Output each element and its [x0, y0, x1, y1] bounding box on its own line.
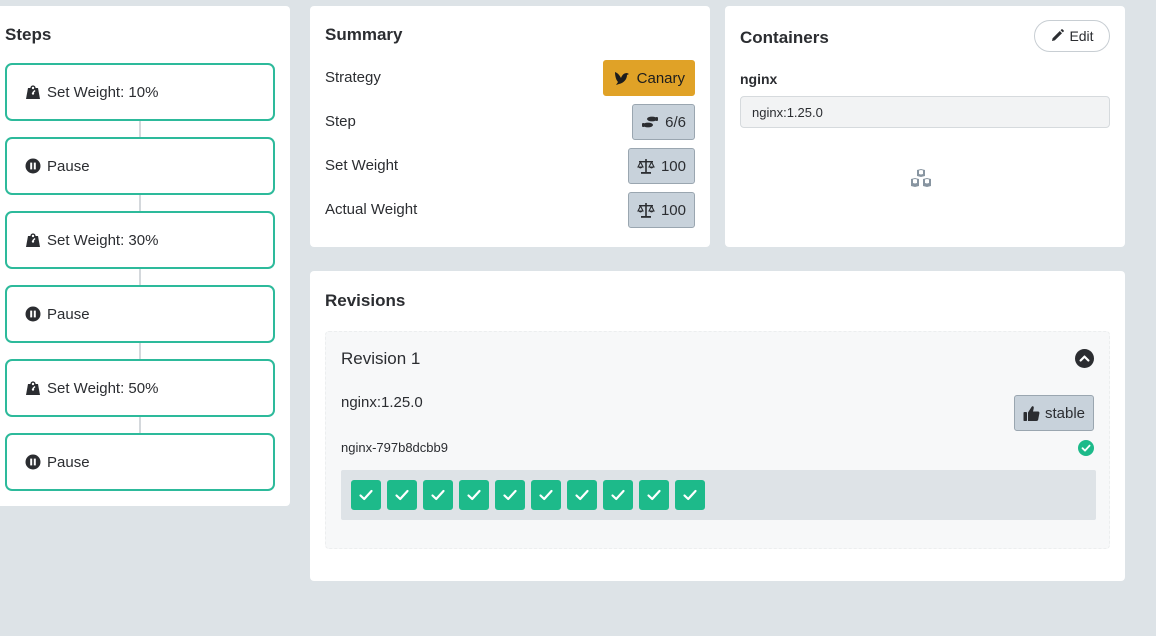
step-value: 6/6 [665, 113, 686, 131]
step-set-weight[interactable]: Set Weight: 30% [5, 211, 275, 269]
chevron-up-circle-icon[interactable] [1075, 349, 1094, 368]
check-icon [575, 489, 589, 501]
revision-title: Revision 1 [341, 349, 421, 368]
summary-title: Summary [325, 25, 403, 44]
actual-weight-badge: 100 [627, 192, 695, 228]
pod-status[interactable] [387, 480, 417, 510]
pod-status[interactable] [351, 480, 381, 510]
container-name: nginx [740, 71, 778, 87]
shoe-prints-icon [642, 116, 659, 128]
step-label: Set Weight: 30% [47, 231, 159, 249]
set-weight-value: 100 [660, 157, 686, 175]
check-icon [431, 489, 445, 501]
step-label: Pause [47, 305, 90, 323]
strategy-badge: Canary [602, 60, 695, 96]
containers-panel: Containers Edit nginx [725, 6, 1125, 247]
pause-icon [25, 158, 41, 174]
check-icon [539, 489, 553, 501]
step-connector [139, 416, 141, 434]
pod-status[interactable] [459, 480, 489, 510]
step-pause[interactable]: Pause [5, 137, 275, 195]
check-icon [647, 489, 661, 501]
stable-badge: stable [1013, 395, 1094, 431]
check-icon [395, 489, 409, 501]
stable-label: stable [1044, 404, 1085, 422]
step-badge: 6/6 [632, 104, 695, 140]
check-icon [467, 489, 481, 501]
summary-panel: Summary Strategy Canary Step 6/6 Set Wei… [310, 6, 710, 247]
pencil-icon [1052, 29, 1065, 41]
step-label: Pause [47, 157, 90, 175]
steps-panel: Steps Set Weight: 10% Pause Set Weight: … [0, 6, 290, 506]
step-label: Pause [47, 453, 90, 471]
step-pause[interactable]: Pause [5, 433, 275, 491]
pod-status[interactable] [567, 480, 597, 510]
revisions-title: Revisions [325, 291, 406, 310]
check-icon [683, 489, 697, 501]
summary-label: Step [325, 113, 356, 130]
step-connector [139, 342, 141, 360]
summary-label: Set Weight [325, 157, 399, 174]
edit-label: Edit [1069, 28, 1094, 44]
revision-card: Revision 1 nginx:1.25.0 stable nginx-797… [325, 331, 1110, 549]
steps-title: Steps [5, 25, 52, 44]
step-connector [139, 268, 141, 286]
weight-icon [25, 84, 41, 100]
revision-image: nginx:1.25.0 [341, 394, 423, 411]
strategy-value: Canary [636, 69, 685, 87]
check-icon [611, 489, 625, 501]
set-weight-badge: 100 [627, 148, 695, 184]
weight-icon [25, 232, 41, 248]
cubes-icon [911, 169, 931, 187]
check-circle-icon [1078, 440, 1094, 456]
pod-status[interactable] [423, 480, 453, 510]
pod-status[interactable] [531, 480, 561, 510]
canary-bird-icon [614, 72, 629, 85]
step-set-weight[interactable]: Set Weight: 50% [5, 359, 275, 417]
summary-row-actual-weight: Actual Weight 100 [325, 192, 695, 228]
check-icon [359, 489, 373, 501]
pod-status[interactable] [675, 480, 705, 510]
step-pause[interactable]: Pause [5, 285, 275, 343]
step-label: Set Weight: 10% [47, 83, 159, 101]
revisions-panel: Revisions Revision 1 nginx:1.25.0 stable… [310, 271, 1125, 581]
pod-status[interactable] [603, 480, 633, 510]
step-label: Set Weight: 50% [47, 379, 159, 397]
pause-icon [25, 306, 41, 322]
summary-row-step: Step 6/6 [325, 104, 695, 140]
summary-label: Actual Weight [325, 201, 418, 218]
weight-icon [25, 380, 41, 396]
thumbs-up-icon [1023, 405, 1040, 421]
pod-status[interactable] [495, 480, 525, 510]
summary-label: Strategy [325, 69, 381, 86]
pause-icon [25, 454, 41, 470]
step-connector [139, 120, 141, 138]
step-set-weight[interactable]: Set Weight: 10% [5, 63, 275, 121]
balance-scale-icon [637, 159, 655, 174]
summary-row-strategy: Strategy Canary [325, 60, 695, 96]
summary-row-set-weight: Set Weight 100 [325, 148, 695, 184]
balance-scale-icon [637, 203, 655, 218]
containers-title: Containers [740, 28, 829, 47]
pod-status[interactable] [639, 480, 669, 510]
pods-bar [341, 470, 1096, 520]
check-icon [503, 489, 517, 501]
step-connector [139, 194, 141, 212]
replicaset-name: nginx-797b8dcbb9 [341, 440, 448, 455]
container-image-input[interactable] [740, 96, 1110, 128]
actual-weight-value: 100 [660, 201, 686, 219]
edit-button[interactable]: Edit [1034, 20, 1110, 52]
